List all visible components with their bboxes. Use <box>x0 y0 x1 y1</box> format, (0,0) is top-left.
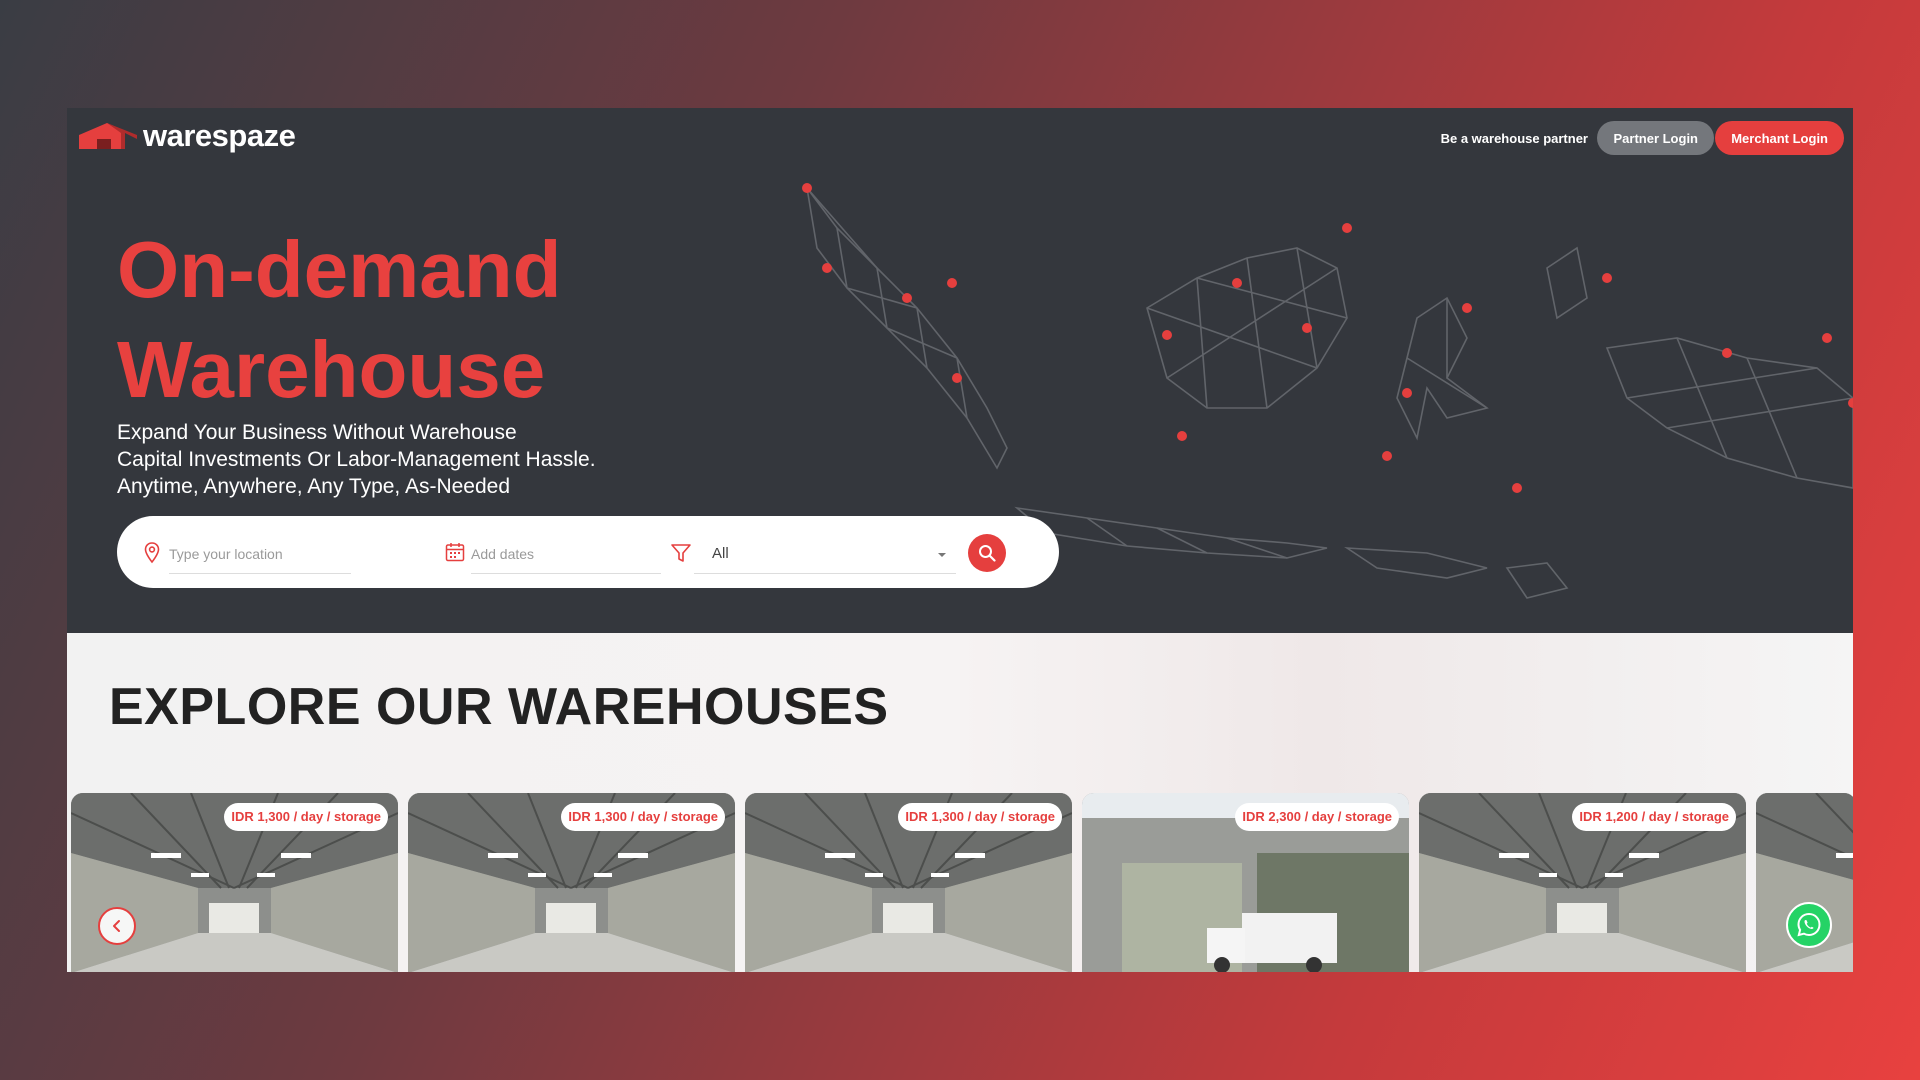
explore-section: EXPLORE OUR WAREHOUSES IDR 1,300 / day /… <box>67 633 1853 972</box>
hero-title-line-1: On-demand <box>117 225 562 314</box>
dates-field <box>471 534 661 574</box>
hero-subtitle-line-1: Expand Your Business Without Warehouse <box>117 421 517 444</box>
search-button[interactable] <box>968 534 1006 572</box>
warehouse-type-select[interactable]: All <box>694 534 956 574</box>
carousel-prev-button[interactable] <box>98 907 136 945</box>
price-badge: IDR 2,300 / day / storage <box>1235 803 1399 831</box>
filter-icon <box>671 544 691 562</box>
chevron-left-icon <box>113 920 120 932</box>
top-navbar: warespaze Be a warehouse partner Partner… <box>67 108 1853 172</box>
search-icon <box>979 545 996 562</box>
warehouse-card[interactable]: IDR 1,200 / day / storage <box>1419 793 1746 972</box>
hero-subtitle: Expand Your Business Without Warehouse C… <box>117 419 596 500</box>
merchant-login-button[interactable]: Merchant Login <box>1715 121 1844 155</box>
partner-login-button[interactable]: Partner Login <box>1597 121 1714 155</box>
hero-title-line-2: Warehouse <box>117 325 546 414</box>
page-frame: warespaze Be a warehouse partner Partner… <box>67 108 1853 972</box>
dates-input[interactable] <box>471 545 661 562</box>
hero-section: warespaze Be a warehouse partner Partner… <box>67 108 1853 633</box>
price-badge: IDR 1,300 / day / storage <box>224 803 388 831</box>
brand-name: warespaze <box>143 118 296 153</box>
hero-subtitle-line-3: Anytime, Anywhere, Any Type, As-Needed <box>117 475 511 498</box>
hero-subtitle-line-2: Capital Investments Or Labor-Management … <box>117 448 596 471</box>
be-partner-link[interactable]: Be a warehouse partner <box>1441 131 1588 146</box>
brand-logo[interactable]: warespaze <box>77 118 296 154</box>
warehouse-card[interactable]: IDR 1,300 / day / storage <box>71 793 398 972</box>
warehouse-card[interactable]: IDR 2,300 / day / storage <box>1082 793 1409 972</box>
hero-title: On-demand Warehouse <box>117 220 757 420</box>
whatsapp-icon <box>1797 912 1821 937</box>
warehouse-logo-icon <box>79 123 137 149</box>
location-input[interactable] <box>169 545 351 562</box>
price-badge: IDR 1,200 / day / storage <box>1572 803 1736 831</box>
price-badge: IDR 1,300 / day / storage <box>898 803 1062 831</box>
whatsapp-chat-button[interactable] <box>1786 902 1832 948</box>
chevron-down-icon <box>938 553 946 557</box>
calendar-icon <box>445 543 465 562</box>
location-field <box>169 534 351 574</box>
warehouse-card[interactable]: IDR 1,300 / day / storage <box>745 793 1072 972</box>
section-title: EXPLORE OUR WAREHOUSES <box>109 678 889 736</box>
warehouse-type-value: All <box>712 545 729 562</box>
price-badge: IDR 1,300 / day / storage <box>561 803 725 831</box>
map-pin-icon <box>144 542 160 564</box>
warehouse-card[interactable]: IDR 1,300 / day / storage <box>408 793 735 972</box>
warehouse-search-bar: All <box>117 516 1059 588</box>
